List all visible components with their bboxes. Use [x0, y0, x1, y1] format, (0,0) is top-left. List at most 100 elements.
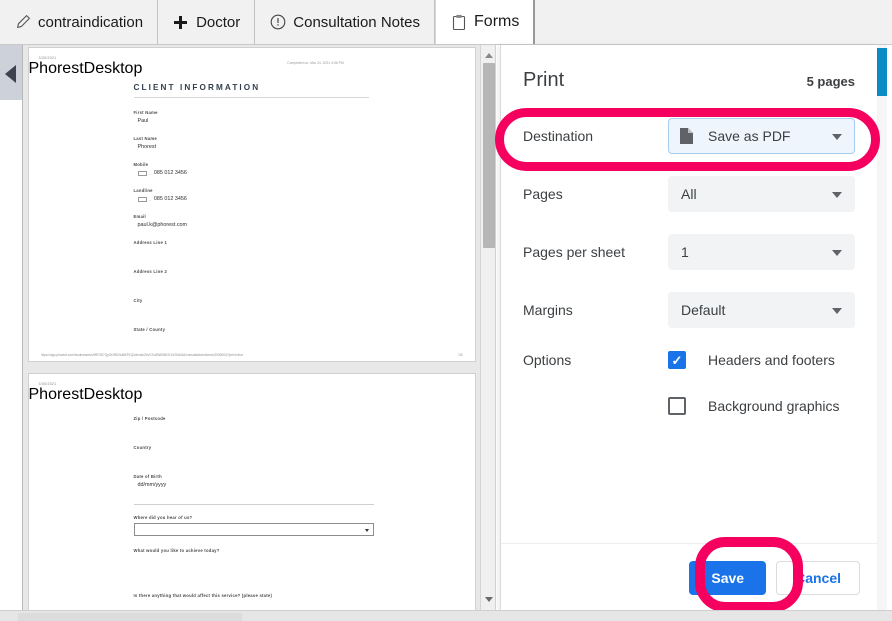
tab-label: Consultation Notes: [293, 13, 421, 31]
chevron-down-icon: [832, 192, 842, 198]
margins-control: Default: [668, 292, 855, 328]
exclamation-circle-icon: [269, 14, 286, 31]
field-value: Paul: [137, 118, 149, 124]
margins-label: Margins: [523, 302, 573, 318]
page1-completed-on: Completed on: Mar 24, 2021 4:06 PM: [287, 61, 344, 65]
section-divider: [133, 504, 374, 505]
scroll-down-arrow[interactable]: [481, 591, 497, 607]
chevron-down-icon: [832, 250, 842, 256]
field-value: dd/mm/yyyy: [137, 482, 167, 488]
question-label: Is there anything that would affect this…: [133, 593, 273, 598]
preview-scrollbar-thumb[interactable]: [483, 63, 495, 248]
field-value-phone: - 085 012 3456: [134, 196, 475, 202]
pdf-file-icon: [679, 127, 694, 145]
pencil-icon: [14, 14, 31, 31]
pages-value: All: [681, 186, 697, 202]
pages-control: All: [668, 176, 855, 212]
page2-body: Zip / Postcode Country Date of Birth dd/…: [29, 416, 475, 598]
field-blank: [134, 421, 475, 433]
page2-header-app: PhorestDesktop: [28, 386, 143, 403]
field-blank: [134, 245, 475, 257]
pages-per-sheet-label: Pages per sheet: [523, 244, 625, 260]
scroll-up-arrow[interactable]: [481, 47, 497, 63]
tab-label: Forms: [474, 13, 520, 30]
preview-gutter: [0, 45, 22, 611]
preview-scrollbar[interactable]: [480, 45, 496, 611]
field-blank: [134, 303, 475, 315]
page2-header: 3/30/2021: [29, 374, 475, 386]
field-value-phone: - 085 012 3456: [134, 170, 475, 176]
tab-consultation-notes[interactable]: Consultation Notes: [255, 0, 436, 44]
destination-label: Destination: [523, 128, 594, 144]
checkbox-unchecked-icon[interactable]: [668, 397, 686, 415]
chevron-down-icon: [832, 134, 842, 140]
page1-header: 3/30/2021: [29, 48, 475, 60]
tab-label: Doctor: [196, 13, 241, 31]
field-label: Date of Birth: [133, 474, 162, 479]
taskbar: [0, 610, 892, 621]
destination-value: Save as PDF: [708, 128, 791, 144]
chevron-down-icon: [832, 308, 842, 314]
cancel-button[interactable]: Cancel: [776, 560, 860, 595]
field-blank: [134, 274, 475, 286]
page1-header-app: PhorestDesktop: [28, 60, 143, 77]
country-flag-box: [137, 170, 147, 176]
clipboard-icon: [450, 14, 467, 31]
background-graphics-option[interactable]: Background graphics: [668, 396, 855, 416]
tab-contraindication[interactable]: contraindication: [0, 0, 159, 44]
country-flag-box: [137, 196, 147, 202]
headers-and-footers-option[interactable]: ✓ Headers and footers: [668, 350, 855, 370]
document-title: CLIENT INFORMATION: [133, 83, 261, 92]
options-label: Options: [523, 352, 572, 368]
destination-control: Save as PDF: [668, 118, 855, 154]
field-blank: [134, 450, 475, 462]
document-scroll-area[interactable]: 3/30/2021 PhorestDesktop Completed on: M…: [22, 45, 480, 611]
margins-select[interactable]: Default: [668, 292, 855, 328]
checkbox-checked-icon[interactable]: ✓: [668, 351, 686, 369]
margins-row: Margins Default: [501, 292, 877, 328]
print-dialog: Print 5 pages Destination Save as PDF Pa…: [500, 45, 878, 611]
option-label: Background graphics: [708, 398, 840, 414]
title-divider: [133, 97, 369, 98]
question-select-box[interactable]: [133, 523, 374, 536]
field-label: Email: [133, 214, 146, 219]
margins-value: Default: [681, 302, 726, 318]
pages-per-sheet-value: 1: [681, 244, 689, 260]
tab-bar-filler: [535, 0, 892, 44]
page1-footer-pagenum: 1/5: [458, 353, 463, 357]
destination-row: Destination Save as PDF: [501, 118, 877, 154]
pages-select[interactable]: All: [668, 176, 855, 212]
field-value: paul.k@phorest.com: [137, 222, 188, 228]
field-label: Landline: [133, 188, 153, 193]
page-count-label: 5 pages: [806, 74, 855, 89]
phone-dash: -: [149, 170, 151, 176]
question-answer-blank: [134, 553, 475, 581]
save-button[interactable]: Save: [689, 560, 767, 595]
phone-number: 085 012 3456: [153, 196, 187, 202]
options-row: Options ✓ Headers and footers Background…: [501, 350, 877, 442]
print-dialog-footer: Save Cancel: [501, 543, 878, 611]
pages-label: Pages: [523, 186, 563, 202]
plus-icon: [172, 14, 189, 31]
pages-per-sheet-select[interactable]: 1: [668, 234, 855, 270]
print-dialog-title: Print: [523, 69, 565, 91]
tab-doctor[interactable]: Doctor: [158, 0, 256, 44]
options-list: ✓ Headers and footers Background graphic…: [668, 350, 855, 442]
taskbar-segment: [18, 613, 242, 621]
phone-number: 085 012 3456: [153, 170, 187, 176]
pages-per-sheet-row: Pages per sheet 1: [501, 234, 877, 270]
pages-row: Pages All: [501, 176, 877, 212]
pages-per-sheet-control: 1: [668, 234, 855, 270]
tab-forms[interactable]: Forms: [435, 0, 536, 44]
field-label: First Name: [133, 110, 158, 115]
question-label: Where did you hear of us?: [133, 515, 193, 520]
left-triangle-icon[interactable]: [5, 65, 16, 83]
option-label: Headers and footers: [708, 352, 835, 368]
tab-label: contraindication: [38, 13, 144, 31]
tab-bar: contraindication Doctor Consultation Not…: [0, 0, 892, 45]
field-value: Phorest: [137, 144, 157, 150]
field-label: State / County: [133, 327, 166, 332]
print-dialog-header: Print 5 pages: [501, 45, 877, 92]
destination-select[interactable]: Save as PDF: [668, 118, 855, 154]
phone-dash: -: [149, 196, 151, 202]
